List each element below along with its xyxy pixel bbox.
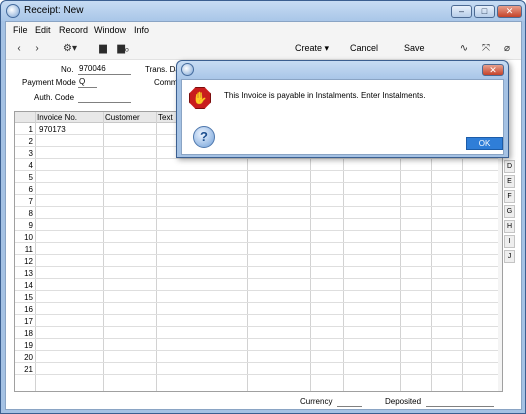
table-row[interactable]: 18	[15, 327, 502, 339]
row-number: 11	[24, 245, 33, 254]
row-number: 9	[28, 221, 33, 230]
dialog-title-bar[interactable]: ✕	[177, 61, 508, 79]
expand-icon[interactable]: ⤧	[479, 42, 493, 55]
menu-window[interactable]: Window	[94, 25, 126, 35]
side-tab-j[interactable]: J	[504, 250, 515, 263]
gear-menu-icon[interactable]: ⚙▾	[59, 42, 81, 55]
table-row[interactable]: 6	[15, 183, 502, 195]
title-bar[interactable]: Receipt: New – □ ✕	[1, 1, 525, 21]
auth-code-label: Auth. Code	[34, 93, 75, 102]
payment-mode-label: Payment Mode	[22, 78, 76, 87]
table-row[interactable]: 21	[15, 363, 502, 375]
row-number: 4	[28, 161, 33, 170]
stop-hand-icon: ✋	[189, 87, 211, 109]
menu-edit[interactable]: Edit	[35, 25, 51, 35]
row-number: 18	[24, 329, 33, 338]
table-row[interactable]: 8	[15, 207, 502, 219]
table-row[interactable]: 5	[15, 171, 502, 183]
deposited-label: Deposited	[385, 397, 422, 406]
back-arrow-icon[interactable]: ‹	[12, 42, 26, 55]
header-text: Text	[158, 113, 173, 122]
print-preview-icon[interactable]: ▆ₒ	[116, 42, 130, 55]
dialog-close-button[interactable]: ✕	[482, 64, 504, 76]
maximize-button[interactable]: □	[474, 5, 495, 18]
table-row[interactable]: 12	[15, 255, 502, 267]
menu-file[interactable]: File	[13, 25, 28, 35]
row-number: 12	[24, 257, 33, 266]
row-number: 19	[24, 341, 33, 350]
side-tab-i[interactable]: I	[504, 235, 515, 248]
alert-dialog: ✕ ✋ This Invoice is payable in Instalmen…	[176, 60, 509, 158]
payment-mode-field[interactable]: Q	[78, 77, 97, 88]
create-label: Create	[295, 43, 323, 53]
table-row[interactable]: 11	[15, 243, 502, 255]
dialog-app-icon	[181, 63, 194, 76]
row-number: 20	[24, 353, 33, 362]
invoice-no-cell[interactable]: 970173	[39, 125, 66, 134]
row-number: 6	[28, 185, 33, 194]
table-row[interactable]: 10	[15, 231, 502, 243]
row-number: 14	[24, 281, 33, 290]
dialog-body: ✋ This Invoice is payable in Instalments…	[181, 79, 504, 155]
window-title: Receipt: New	[24, 5, 84, 16]
minimize-button[interactable]: –	[451, 5, 472, 18]
table-row[interactable]: 20	[15, 351, 502, 363]
row-number: 17	[24, 317, 33, 326]
print-icon[interactable]: ▆	[96, 42, 110, 55]
app-icon	[6, 4, 20, 18]
menu-record[interactable]: Record	[59, 25, 88, 35]
table-row[interactable]: 14	[15, 279, 502, 291]
side-tab-e[interactable]: E	[504, 175, 515, 188]
table-row[interactable]: 16	[15, 303, 502, 315]
create-button[interactable]: Create ▾	[295, 43, 329, 54]
question-icon: ?	[193, 126, 215, 148]
table-row[interactable]: 9	[15, 219, 502, 231]
currency-field[interactable]	[337, 406, 362, 407]
row-number: 8	[28, 209, 33, 218]
cancel-button[interactable]: Cancel	[350, 43, 378, 53]
row-number: 2	[28, 137, 33, 146]
row-number: 5	[28, 173, 33, 182]
table-row[interactable]: 15	[15, 291, 502, 303]
deposited-field[interactable]	[426, 406, 494, 407]
attachment-icon[interactable]: ⌀	[500, 42, 514, 55]
forward-arrow-icon[interactable]: ›	[30, 42, 44, 55]
table-row[interactable]: 17	[15, 315, 502, 327]
menu-bar: File Edit Record Window Info	[6, 22, 521, 38]
row-number: 10	[24, 233, 33, 242]
row-number: 21	[24, 365, 33, 374]
trans-date-label: Trans. Da	[145, 65, 180, 74]
close-button[interactable]: ✕	[497, 5, 522, 18]
side-tab-f[interactable]: F	[504, 190, 515, 203]
activity-icon[interactable]: ∿	[457, 42, 471, 55]
grid-scrollbar[interactable]	[498, 123, 502, 391]
table-row[interactable]: 4	[15, 159, 502, 171]
row-number: 16	[24, 305, 33, 314]
header-invoice-no: Invoice No.	[37, 113, 78, 122]
side-tab-d[interactable]: D	[504, 160, 515, 173]
table-row[interactable]: 19	[15, 339, 502, 351]
row-number: 13	[24, 269, 33, 278]
header-customer: Customer	[105, 113, 140, 122]
toolbar: ‹ › ⚙▾ ▆ ▆ₒ Create ▾ Cancel Save ∿ ⤧ ⌀	[6, 38, 521, 60]
currency-label: Currency	[300, 397, 333, 406]
no-field[interactable]: 970046	[78, 64, 131, 75]
side-tab-g[interactable]: G	[504, 205, 515, 218]
table-row[interactable]: 13	[15, 267, 502, 279]
no-label: No.	[61, 65, 74, 74]
row-number: 15	[24, 293, 33, 302]
table-row[interactable]: 7	[15, 195, 502, 207]
auth-code-field[interactable]	[78, 92, 131, 103]
row-number: 1	[28, 125, 33, 134]
dialog-message: This Invoice is payable in Instalments. …	[224, 91, 426, 100]
row-number: 3	[28, 149, 33, 158]
save-button[interactable]: Save	[404, 43, 425, 53]
side-tab-h[interactable]: H	[504, 220, 515, 233]
ok-button[interactable]: OK	[466, 137, 503, 150]
row-number: 7	[28, 197, 33, 206]
menu-info[interactable]: Info	[134, 25, 149, 35]
